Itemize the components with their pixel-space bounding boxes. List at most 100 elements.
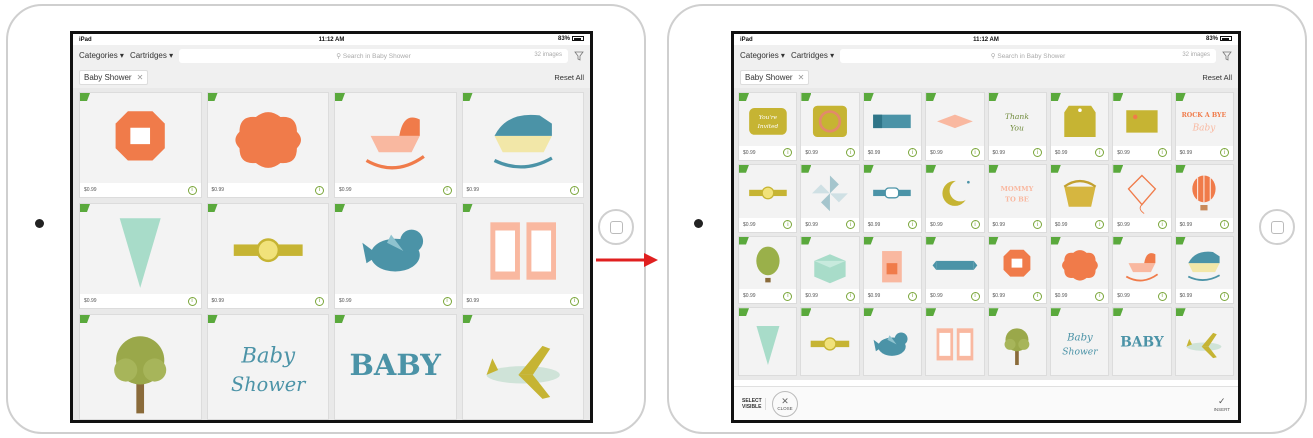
- rock-a-bye-image: ROCK A BYE Baby: [1176, 99, 1233, 144]
- image-tile[interactable]: i: [79, 314, 202, 420]
- image-tile[interactable]: i: [800, 307, 860, 376]
- image-tile[interactable]: $0.99 i: [862, 235, 923, 305]
- image-tile[interactable]: $0.99 i: [1112, 235, 1172, 305]
- info-icon[interactable]: i: [845, 291, 855, 301]
- info-icon[interactable]: i: [1095, 291, 1105, 301]
- image-tile[interactable]: You're Invited $0.99 i: [738, 92, 798, 161]
- image-tile[interactable]: $0.99 i: [800, 92, 860, 161]
- image-tile[interactable]: BABYi: [1112, 307, 1172, 376]
- image-tile[interactable]: $0.99 i: [1174, 235, 1234, 305]
- info-icon[interactable]: i: [970, 148, 980, 158]
- cradle-orange-image: [335, 99, 456, 181]
- info-icon[interactable]: i: [783, 220, 793, 229]
- search-input[interactable]: ⚲ Search in Baby Shower 32 images: [840, 48, 1216, 63]
- info-icon[interactable]: i: [442, 185, 452, 195]
- image-tile[interactable]: $0.99 i: [1049, 163, 1110, 233]
- info-icon[interactable]: i: [908, 291, 918, 301]
- image-tile[interactable]: $0.99 i: [1049, 235, 1110, 305]
- image-tile[interactable]: $0.99 i: [738, 235, 798, 305]
- image-tile[interactable]: $0.99 i: [206, 92, 329, 198]
- image-tile[interactable]: $0.99 i: [925, 235, 985, 305]
- image-tile[interactable]: $0.99 i: [334, 92, 457, 198]
- image-tile[interactable]: $0.99 i: [925, 92, 985, 161]
- info-icon[interactable]: i: [1157, 291, 1167, 301]
- tile-footer: $0.99 i: [801, 217, 859, 232]
- image-tile[interactable]: i: [461, 314, 584, 420]
- filter-chip[interactable]: Baby Shower ✕: [740, 69, 810, 85]
- image-tile[interactable]: $0.99 i: [1049, 92, 1110, 161]
- image-tile[interactable]: $0.99 i: [862, 163, 923, 233]
- info-icon[interactable]: i: [1095, 220, 1105, 229]
- info-icon[interactable]: i: [570, 185, 579, 195]
- info-icon[interactable]: i: [1032, 220, 1042, 229]
- info-icon[interactable]: i: [442, 296, 452, 306]
- image-tile[interactable]: $0.99 i: [334, 203, 457, 309]
- insert-button[interactable]: ✓ INSERT: [1214, 396, 1230, 412]
- image-tile[interactable]: i: [862, 307, 923, 376]
- info-icon[interactable]: i: [315, 296, 324, 306]
- categories-menu[interactable]: Categories ▾: [79, 51, 124, 60]
- info-icon[interactable]: i: [908, 148, 918, 158]
- band-image: [801, 314, 858, 375]
- image-tile[interactable]: i: [1174, 307, 1234, 376]
- reset-all-button[interactable]: Reset All: [1202, 73, 1232, 82]
- image-tile[interactable]: BabyShoweri: [206, 314, 329, 420]
- image-tile[interactable]: Thank You $0.99 i: [987, 92, 1047, 161]
- image-tile[interactable]: $0.99 i: [1112, 163, 1172, 233]
- info-icon[interactable]: i: [187, 296, 197, 306]
- image-tile[interactable]: $0.99 i: [800, 235, 860, 305]
- reset-all-button[interactable]: Reset All: [554, 73, 584, 82]
- info-icon[interactable]: i: [315, 185, 324, 195]
- image-tile[interactable]: $0.99 i: [987, 235, 1047, 305]
- tile-footer: $0.99 i: [739, 217, 797, 232]
- image-tile[interactable]: $0.99 i: [862, 92, 923, 161]
- image-tile[interactable]: $0.99 i: [79, 203, 202, 309]
- image-tile[interactable]: i: [987, 307, 1047, 376]
- info-icon[interactable]: i: [1157, 148, 1167, 158]
- image-tile[interactable]: $0.99 i: [925, 163, 985, 233]
- image-tile[interactable]: $0.99 i: [461, 92, 584, 198]
- search-input[interactable]: ⚲ Search in Baby Shower 32 images: [179, 48, 568, 63]
- close-button[interactable]: ✕ CLOSE: [772, 390, 798, 417]
- image-tile[interactable]: $0.99 i: [79, 92, 202, 198]
- info-icon[interactable]: i: [570, 296, 579, 306]
- image-tile[interactable]: $0.99 i: [1112, 92, 1172, 161]
- info-icon[interactable]: i: [1032, 148, 1042, 158]
- info-icon[interactable]: i: [783, 291, 793, 301]
- image-tile[interactable]: $0.99 i: [800, 163, 860, 233]
- info-icon[interactable]: i: [1220, 291, 1229, 301]
- select-visible-button[interactable]: SELECT VISIBLE: [742, 397, 766, 410]
- categories-menu[interactable]: Categories ▾: [740, 51, 785, 60]
- filter-chip[interactable]: Baby Shower ✕: [79, 69, 149, 85]
- cartridges-menu[interactable]: Cartridges ▾: [130, 51, 173, 60]
- home-button[interactable]: [1259, 209, 1295, 245]
- cartridges-menu[interactable]: Cartridges ▾: [791, 51, 834, 60]
- info-icon[interactable]: i: [1032, 291, 1042, 301]
- info-icon[interactable]: i: [908, 220, 918, 229]
- image-tile[interactable]: $0.99 i: [738, 163, 798, 233]
- info-icon[interactable]: i: [845, 148, 855, 158]
- info-icon[interactable]: i: [1157, 220, 1167, 229]
- info-icon[interactable]: i: [1220, 220, 1229, 229]
- filter-icon[interactable]: [1222, 51, 1232, 61]
- image-tile[interactable]: BABYi: [334, 314, 457, 420]
- home-button[interactable]: [598, 209, 634, 245]
- info-icon[interactable]: i: [845, 220, 855, 229]
- device-label: iPad: [79, 36, 92, 43]
- image-tile[interactable]: $0.99 i: [1174, 163, 1234, 233]
- info-icon[interactable]: i: [970, 291, 980, 301]
- tile-price: $0.99: [805, 149, 818, 156]
- image-tile[interactable]: MOMMY TO BE $0.99 i: [987, 163, 1047, 233]
- image-tile[interactable]: i: [738, 307, 798, 376]
- filter-icon[interactable]: [574, 51, 584, 61]
- image-tile[interactable]: ROCK A BYE Baby $0.99 i: [1174, 92, 1234, 161]
- image-tile[interactable]: BabyShoweri: [1049, 307, 1110, 376]
- info-icon[interactable]: i: [1095, 148, 1105, 158]
- info-icon[interactable]: i: [1220, 148, 1229, 158]
- info-icon[interactable]: i: [783, 148, 793, 158]
- image-tile[interactable]: i: [925, 307, 985, 376]
- image-tile[interactable]: $0.99 i: [461, 203, 584, 309]
- info-icon[interactable]: i: [187, 185, 197, 195]
- image-tile[interactable]: $0.99 i: [206, 203, 329, 309]
- info-icon[interactable]: i: [970, 220, 980, 229]
